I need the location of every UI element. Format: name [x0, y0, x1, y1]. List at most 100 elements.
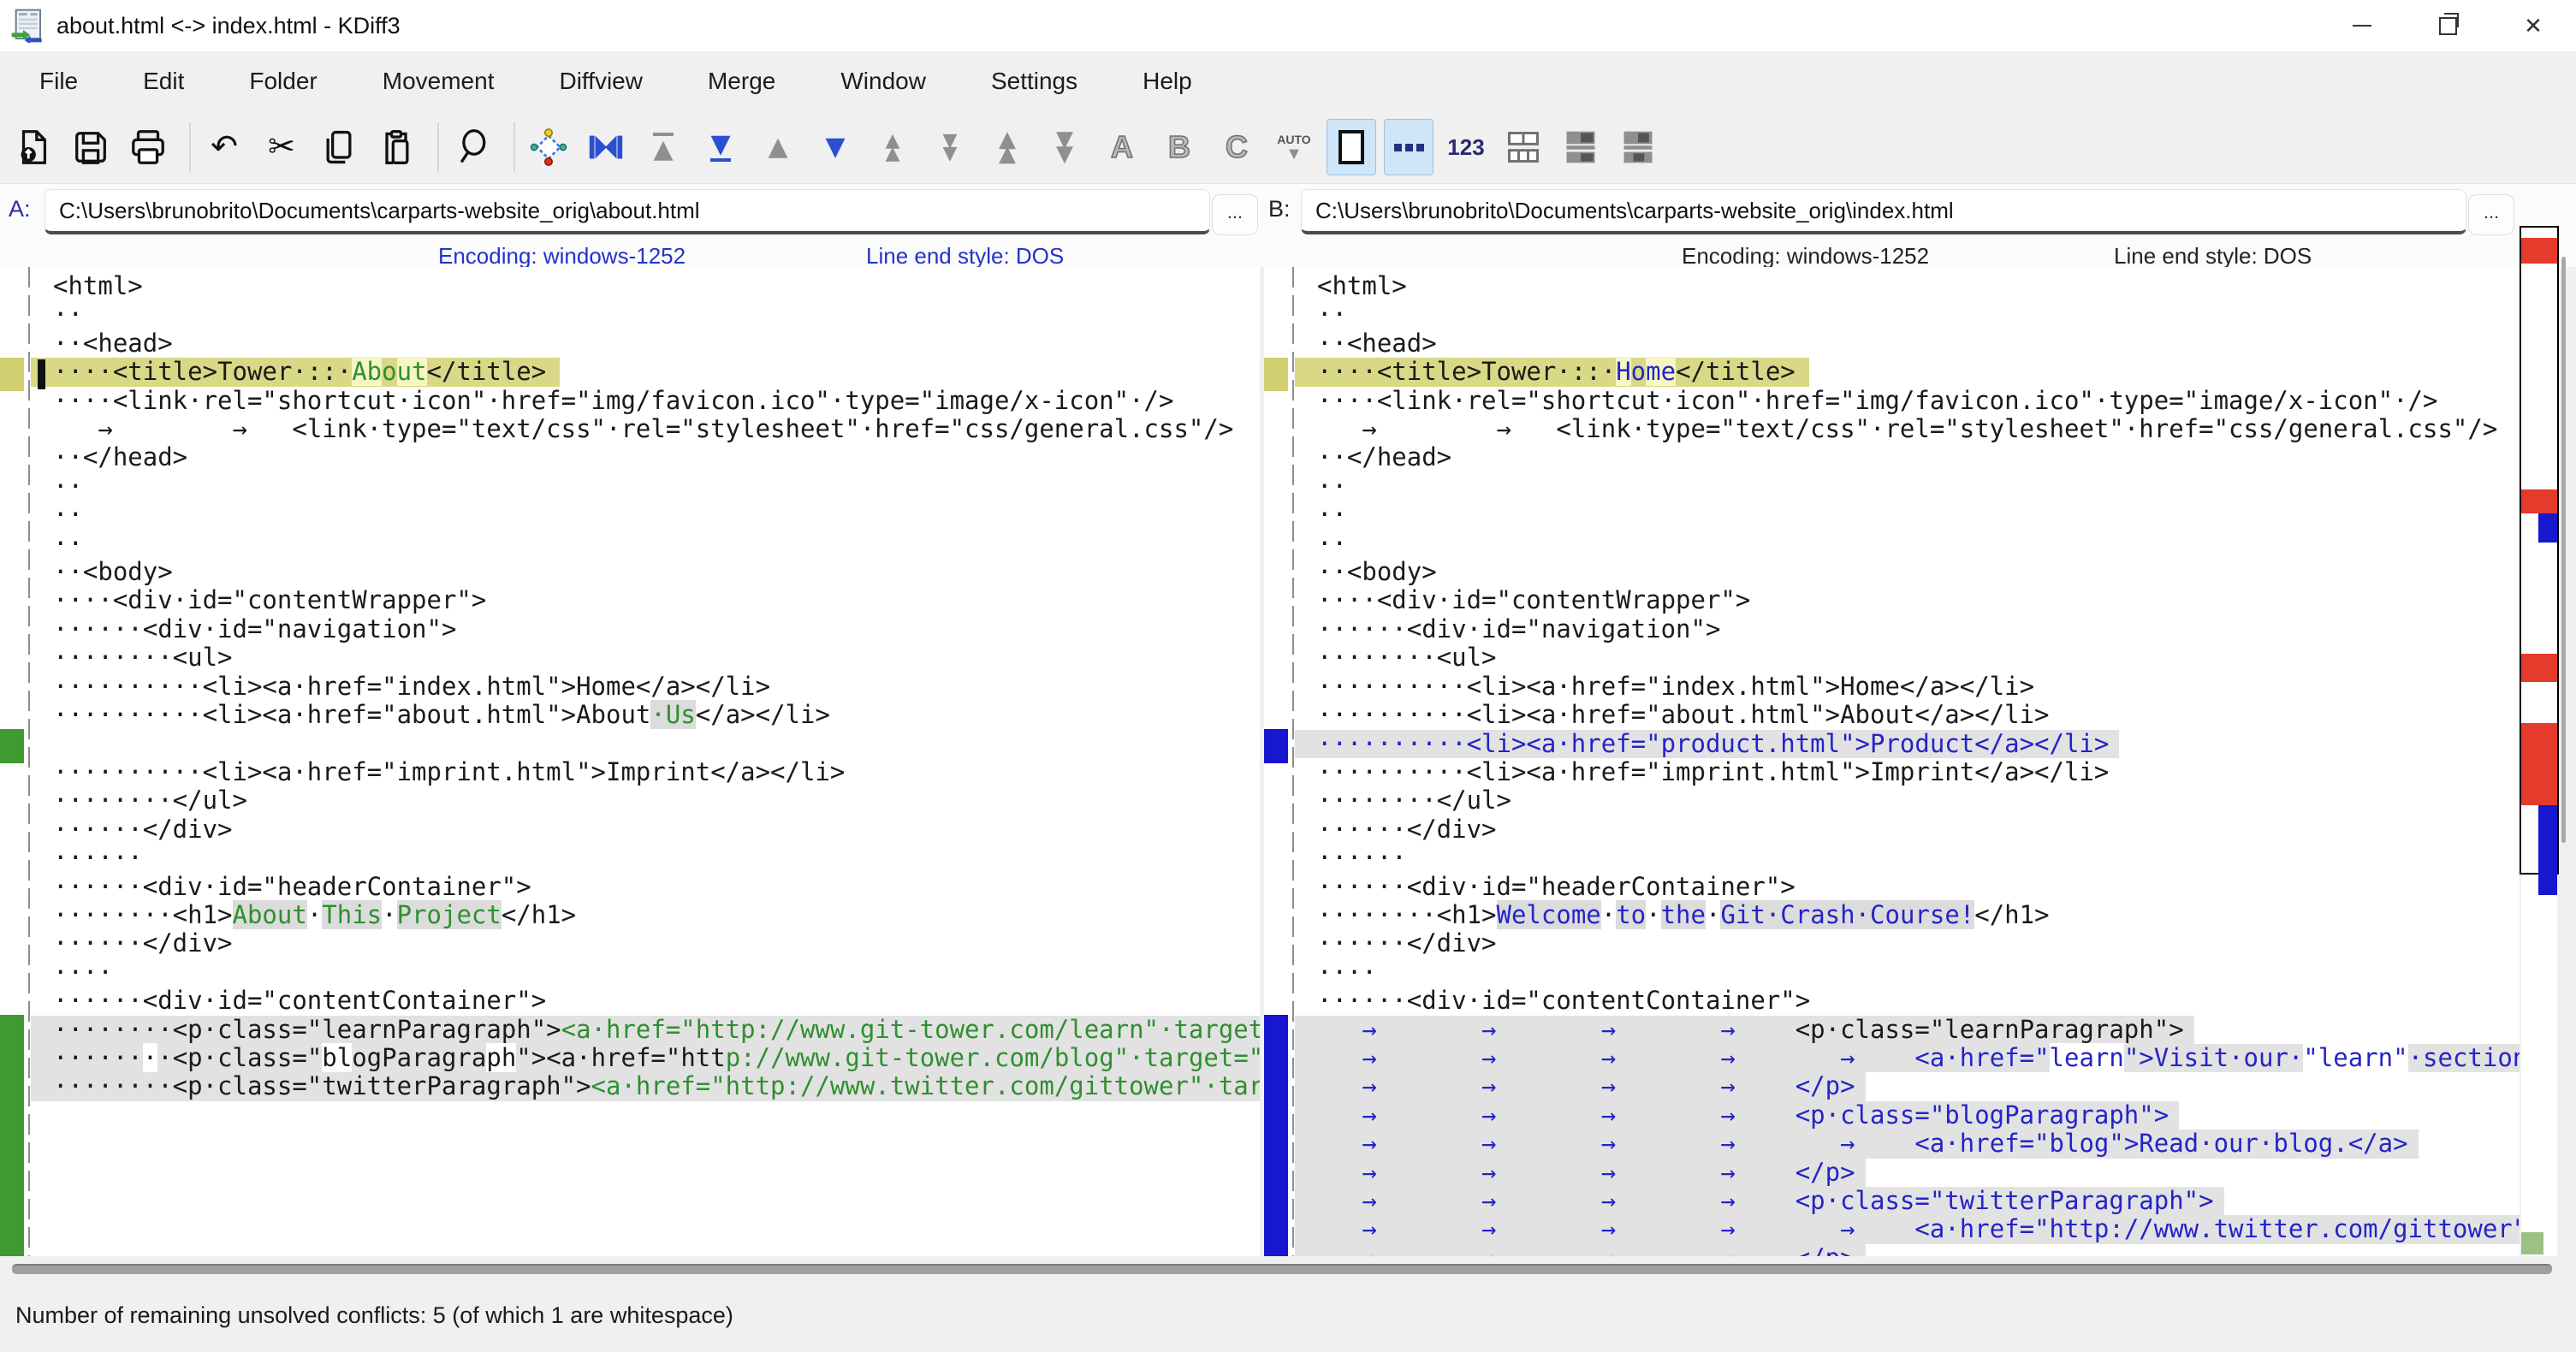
pane-b-browse-button[interactable]: ...: [2468, 194, 2514, 235]
overview-block-red: [2521, 489, 2557, 513]
code-line: ··········<li><a·href="about.html">About…: [31, 701, 1260, 729]
show-line-numbers-toggle[interactable]: 123: [1441, 119, 1491, 175]
pane-b-margin-separator: [1292, 267, 1294, 1256]
code-line: ····<title>Tower·::·About</title>: [31, 358, 560, 386]
go-last-delta-button[interactable]: ▼: [696, 119, 745, 175]
code-line: ······<div·id="contentContainer">: [31, 987, 1260, 1015]
overview-block-red: [2521, 654, 2557, 682]
cut-button[interactable]: ✂: [257, 119, 306, 175]
go-prev-unsolved-conflict-button[interactable]: ▲▲: [982, 119, 1032, 175]
code-line: → → <link·type="text/css"·rel="styleshee…: [1295, 415, 2520, 443]
code-line: ··</head>: [31, 443, 1260, 471]
code-line: ········<h1>Welcome·to·the·Git·Crash·Cou…: [1295, 901, 2520, 929]
pane-a-line-end-style: Line end style: DOS: [866, 243, 1064, 270]
code-line: ··: [31, 501, 1260, 529]
menu-item-settings[interactable]: Settings: [972, 61, 1096, 102]
code-line: ··········<li><a·href="imprint.html">Imp…: [1295, 758, 2520, 786]
margin-diff-block-blue: [1264, 1015, 1288, 1256]
diff-overview-column[interactable]: [2521, 228, 2557, 1256]
menu-item-merge[interactable]: Merge: [689, 61, 794, 102]
pane-a-label: A:: [9, 196, 31, 222]
code-line: → → → → <p·class="blogParagraph">: [1295, 1101, 2179, 1130]
code-line: ······</div>: [1295, 929, 2520, 958]
unsolved-conflicts-status: Number of remaining unsolved conflicts: …: [15, 1302, 733, 1329]
margin-diff-block-khaki: [0, 358, 24, 390]
code-line: <html>: [31, 272, 1260, 300]
menu-bar: File Edit Folder Movement Diffview Merge Windo…: [0, 51, 2576, 111]
pane-a-browse-button[interactable]: ...: [1212, 194, 1258, 235]
diff-pane-a: <html>····<head>····<title>Tower·::·Abou…: [0, 267, 1260, 1256]
go-current-delta-both-button[interactable]: [581, 119, 631, 175]
overview-block-red: [2521, 238, 2557, 264]
menu-item-file[interactable]: File: [21, 61, 97, 102]
menu-item-edit[interactable]: Edit: [124, 61, 203, 102]
code-line: ······<div·id="headerContainer">: [1295, 873, 2520, 901]
save-button[interactable]: [66, 119, 116, 175]
vertical-scrollbar[interactable]: [2561, 257, 2566, 843]
code-line: ··: [1295, 501, 2520, 529]
code-line: ······</div>: [31, 815, 1260, 844]
file-header-bar: A: ... B: ... Encoding: windows-1252 Lin…: [0, 184, 2576, 267]
paste-button[interactable]: [371, 119, 421, 175]
menu-item-diffview[interactable]: Diffview: [540, 61, 662, 102]
margin-diff-block-green: [0, 1015, 24, 1256]
code-line: ········<p·class="blogParagraph"><a·href…: [31, 1044, 1260, 1072]
go-next-unsolved-conflict-button[interactable]: ▼▼: [1040, 119, 1089, 175]
go-prev-conflict-button[interactable]: ▲▲: [868, 119, 917, 175]
code-line: ····<div·id="contentWrapper">: [1295, 586, 2520, 614]
select-line-b-button[interactable]: B: [1154, 119, 1204, 175]
close-button[interactable]: ✕: [2490, 0, 2576, 51]
restore-button[interactable]: [2405, 0, 2490, 51]
pane-b-code-area[interactable]: <html>····<head>····<title>Tower·::·Home…: [1295, 272, 2520, 1256]
overview-block-blue: [2538, 805, 2557, 895]
margin-diff-block-khaki: [1264, 358, 1288, 390]
join-view-a-toggle[interactable]: [1556, 119, 1606, 175]
code-line: → → → → <p·class="learnParagraph">: [1295, 1016, 2194, 1044]
go-current-delta-button[interactable]: [524, 119, 573, 175]
window-title: about.html <-> index.html - KDiff3: [56, 13, 401, 39]
show-whitespace-toggle[interactable]: [1384, 119, 1433, 175]
menu-item-folder[interactable]: Folder: [230, 61, 335, 102]
pane-a-diff-margin: [0, 267, 24, 1256]
code-line: <html>: [1295, 272, 2520, 300]
pane-a-path-input[interactable]: [45, 189, 1210, 234]
code-line: ··········<li><a·href="product.html">Pro…: [1295, 730, 2119, 758]
toolbar-separator: [437, 122, 439, 172]
minimize-button[interactable]: [2319, 0, 2405, 51]
code-line: [31, 730, 1260, 758]
pane-a-code-area[interactable]: <html>····<head>····<title>Tower·::·Abou…: [31, 272, 1260, 1101]
open-button[interactable]: [9, 119, 58, 175]
undo-button[interactable]: ↶: [199, 119, 249, 175]
toolbar-separator: [513, 122, 515, 172]
go-next-delta-button[interactable]: ▼: [810, 119, 860, 175]
code-line: → → → → </p>: [1295, 1244, 1866, 1256]
go-prev-delta-button[interactable]: ▲: [753, 119, 803, 175]
select-line-c-button[interactable]: C: [1212, 119, 1261, 175]
go-next-conflict-button[interactable]: ▼▼: [925, 119, 975, 175]
code-line: ··: [1295, 530, 2520, 558]
code-line: ····<link·rel="shortcut·icon"·href="img/…: [1295, 387, 2520, 415]
show-whitespace-characters-toggle[interactable]: [1327, 119, 1376, 175]
select-line-a-button[interactable]: A: [1097, 119, 1147, 175]
code-line: → → → → → <a·href="blog">Read·our·blog.<…: [1295, 1130, 2419, 1158]
split-view-toggle[interactable]: [1499, 119, 1548, 175]
print-button[interactable]: [123, 119, 173, 175]
toolbar: ↶ ✂ ▲ ▼: [0, 111, 2576, 184]
auto-advance-button[interactable]: AUTO▼: [1269, 119, 1319, 175]
code-line: → → <link·type="text/css"·rel="styleshee…: [31, 415, 1260, 443]
menu-item-movement[interactable]: Movement: [364, 61, 513, 102]
pane-b-path-input[interactable]: [1301, 189, 2466, 234]
pane-a-text-cursor: [38, 359, 45, 389]
code-line: ······</div>: [1295, 815, 2520, 844]
join-view-b-toggle[interactable]: [1613, 119, 1663, 175]
copy-button[interactable]: [314, 119, 364, 175]
menu-item-window[interactable]: Window: [822, 61, 945, 102]
overview-block-red: [2521, 723, 2557, 805]
menu-item-help[interactable]: Help: [1124, 61, 1211, 102]
code-line: ··<head>: [1295, 329, 2520, 358]
find-button[interactable]: [448, 119, 497, 175]
horizontal-scrollbar[interactable]: [12, 1264, 2552, 1274]
code-line: ······</div>: [31, 929, 1260, 958]
code-line: ········<ul>: [1295, 643, 2520, 672]
go-first-delta-button[interactable]: ▲: [638, 119, 688, 175]
